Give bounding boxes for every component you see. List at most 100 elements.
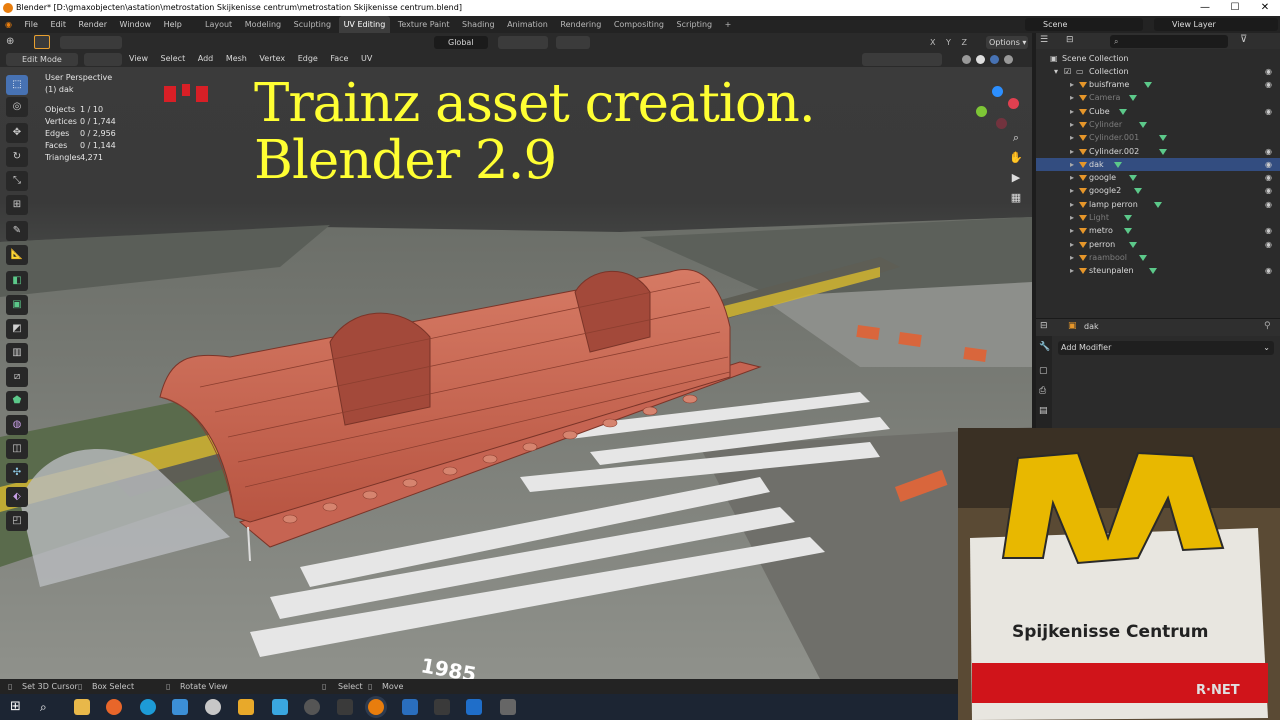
- select-tool-icon[interactable]: ⬚: [6, 75, 28, 95]
- visibility-eye-icon[interactable]: ◉: [1265, 184, 1272, 197]
- view-layer-tab-icon[interactable]: ▤: [1039, 406, 1048, 416]
- shrink-fatten-tool-icon[interactable]: ✣: [6, 463, 28, 483]
- tab-animation[interactable]: Animation: [502, 16, 553, 33]
- gizmo-x-axis[interactable]: [1008, 98, 1019, 109]
- firefox-icon[interactable]: [106, 699, 122, 715]
- tab-shading[interactable]: Shading: [457, 16, 500, 33]
- outliner-item[interactable]: ▸ Cylinder.002 ◉: [1036, 145, 1280, 158]
- outliner-item[interactable]: ▸ Camera: [1036, 91, 1280, 104]
- collection-row[interactable]: ▾ ☑ ▭ Collection ◉: [1036, 65, 1280, 78]
- properties-editor-icon[interactable]: ⊟: [1040, 321, 1048, 331]
- tab-layout[interactable]: Layout: [200, 16, 237, 33]
- visibility-eye-icon[interactable]: ◉: [1265, 145, 1272, 158]
- visibility-eye-icon[interactable]: ◉: [1265, 65, 1272, 78]
- material-shading-icon[interactable]: [990, 55, 999, 64]
- expand-arrow-icon[interactable]: ▸: [1070, 145, 1074, 158]
- outliner-item[interactable]: ▸ google ◉: [1036, 171, 1280, 184]
- filter-icon[interactable]: ⊽: [1240, 34, 1247, 45]
- app-icon[interactable]: [304, 699, 320, 715]
- tab-compositing[interactable]: Compositing: [609, 16, 669, 33]
- scene-collection-row[interactable]: ▣ Scene Collection: [1036, 52, 1280, 65]
- app-icon[interactable]: [466, 699, 482, 715]
- pivot-snap-group[interactable]: [498, 36, 548, 49]
- mirror-axes[interactable]: X Y Z: [918, 36, 982, 49]
- blender-taskbar-icon[interactable]: [368, 699, 384, 715]
- outliner-item[interactable]: ▸ google2 ◉: [1036, 184, 1280, 197]
- rip-tool-icon[interactable]: ◰: [6, 511, 28, 531]
- media-player-icon[interactable]: [238, 699, 254, 715]
- loop-cut-tool-icon[interactable]: ▥: [6, 343, 28, 363]
- tab-sculpting[interactable]: Sculpting: [289, 16, 336, 33]
- rotate-tool-icon[interactable]: ↻: [6, 147, 28, 167]
- outliner-item[interactable]: ▸ Cube ◉: [1036, 105, 1280, 118]
- search-icon[interactable]: ⌕: [40, 699, 56, 715]
- cursor-tool-icon[interactable]: ◎: [6, 97, 28, 117]
- visibility-eye-icon[interactable]: ◉: [1265, 78, 1272, 91]
- minimize-button[interactable]: —: [1190, 0, 1220, 16]
- selection-mode-group[interactable]: [60, 36, 122, 49]
- checkbox-icon[interactable]: ☑: [1064, 65, 1071, 78]
- knife-tool-icon[interactable]: ⧄: [6, 367, 28, 387]
- inset-tool-icon[interactable]: ▣: [6, 295, 28, 315]
- extrude-tool-icon[interactable]: ◧: [6, 271, 28, 291]
- options-dropdown[interactable]: Options ▾: [986, 36, 1028, 49]
- menu-select[interactable]: Select: [156, 51, 191, 67]
- outliner-item[interactable]: ▸ raambool: [1036, 251, 1280, 264]
- tab-modeling[interactable]: Modeling: [240, 16, 286, 33]
- tab-rendering[interactable]: Rendering: [555, 16, 606, 33]
- wireframe-shading-icon[interactable]: [962, 55, 971, 64]
- menu-render[interactable]: Render: [74, 16, 112, 33]
- expand-arrow-icon[interactable]: ▸: [1070, 224, 1074, 237]
- expand-arrow-icon[interactable]: ▸: [1070, 211, 1074, 224]
- overlay-gizmo-buttons[interactable]: [862, 53, 942, 66]
- menu-edge[interactable]: Edge: [293, 51, 323, 67]
- spin-tool-icon[interactable]: ◍: [6, 415, 28, 435]
- move-tool-icon[interactable]: ✥: [6, 123, 28, 143]
- tab-uv-editing[interactable]: UV Editing: [338, 16, 391, 33]
- navigation-gizmo[interactable]: [972, 84, 1022, 134]
- menu-view[interactable]: View: [124, 51, 153, 67]
- visibility-eye-icon[interactable]: ◉: [1265, 105, 1272, 118]
- visibility-eye-icon[interactable]: ◉: [1265, 264, 1272, 277]
- solid-shading-icon[interactable]: [976, 55, 985, 64]
- menu-help[interactable]: Help: [159, 16, 187, 33]
- expand-arrow-icon[interactable]: ▸: [1070, 251, 1074, 264]
- expand-arrow-icon[interactable]: ▸: [1070, 158, 1074, 171]
- expand-arrow-icon[interactable]: ▸: [1070, 264, 1074, 277]
- render-tab-icon[interactable]: ▢: [1039, 366, 1048, 376]
- expand-arrow-icon[interactable]: ▸: [1070, 131, 1074, 144]
- app-icon[interactable]: [205, 699, 221, 715]
- expand-arrow-icon[interactable]: ▸: [1070, 105, 1074, 118]
- proportional-edit-group[interactable]: [556, 36, 590, 49]
- blender-menu-icon[interactable]: ◉: [0, 16, 17, 33]
- output-tab-icon[interactable]: ⎙: [1039, 386, 1046, 396]
- menu-add[interactable]: Add: [193, 51, 219, 67]
- scene-selector[interactable]: Scene: [1025, 18, 1143, 31]
- outliner-editor-icon[interactable]: ☰: [1040, 35, 1060, 47]
- file-explorer-icon[interactable]: [74, 699, 90, 715]
- view-layer-selector[interactable]: View Layer: [1154, 18, 1278, 31]
- tool-tab-icon[interactable]: 🔧: [1039, 342, 1050, 352]
- visibility-eye-icon[interactable]: ◉: [1265, 238, 1272, 251]
- select-box-icon[interactable]: [34, 35, 50, 49]
- outliner-item[interactable]: ▸ buisframe ◉: [1036, 78, 1280, 91]
- expand-arrow-icon[interactable]: ▾: [1054, 65, 1058, 78]
- menu-mesh[interactable]: Mesh: [221, 51, 252, 67]
- camera-view-icon[interactable]: ▶: [1006, 168, 1026, 188]
- outliner-item[interactable]: ▸ perron ◉: [1036, 238, 1280, 251]
- pan-hand-icon[interactable]: ✋: [1006, 148, 1026, 168]
- outliner-search-input[interactable]: ⌕: [1110, 35, 1228, 48]
- expand-arrow-icon[interactable]: ▸: [1070, 184, 1074, 197]
- app-icon[interactable]: [337, 699, 353, 715]
- visibility-eye-icon[interactable]: ◉: [1265, 158, 1272, 171]
- close-button[interactable]: ✕: [1250, 0, 1280, 16]
- app-icon[interactable]: [172, 699, 188, 715]
- outliner-item[interactable]: ▸ Cylinder: [1036, 118, 1280, 131]
- add-workspace-button[interactable]: +: [720, 16, 737, 33]
- ortho-grid-icon[interactable]: ▦: [1006, 188, 1026, 208]
- gizmo-y-axis[interactable]: [976, 106, 987, 117]
- editor-type-icon[interactable]: ⊕: [6, 36, 26, 48]
- maximize-button[interactable]: ☐: [1220, 0, 1250, 16]
- windows-start-icon[interactable]: ⊞: [10, 699, 26, 715]
- zoom-icon[interactable]: ⌕: [1006, 128, 1026, 148]
